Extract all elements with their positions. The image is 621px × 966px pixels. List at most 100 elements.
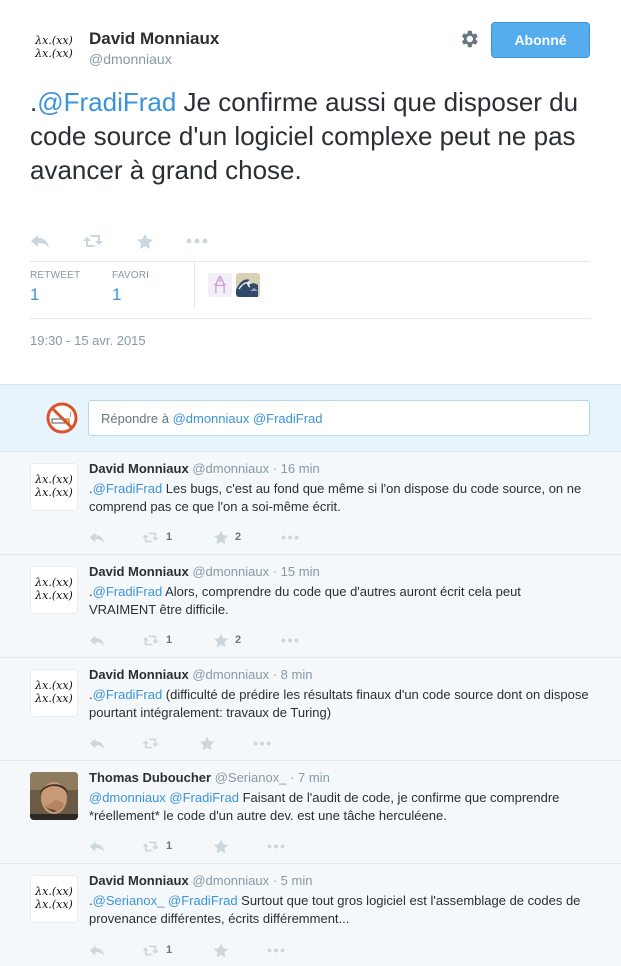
reply-icon[interactable]	[89, 526, 105, 548]
reply-tweet[interactable]: Thomas Duboucher @Serianox_ · 7 min @dmo…	[0, 761, 621, 864]
reply-time[interactable]: 5 min	[281, 873, 313, 888]
star-icon[interactable]	[213, 835, 235, 857]
avatar-text-line: λx.(xx)	[35, 692, 73, 705]
reply-handle[interactable]: @Serianox_	[215, 770, 287, 785]
stats-divider	[194, 262, 195, 308]
reply-icon[interactable]	[30, 230, 50, 252]
reply-actions: 1	[89, 939, 389, 959]
mention-link[interactable]: @FradiFrad	[93, 687, 163, 702]
author-handle[interactable]: @dmonniaux	[89, 51, 172, 67]
replies-list: λx.(xx) λx.(xx) David Monniaux @dmonniaux…	[0, 452, 621, 966]
reply-box: Répondre à @dmonniaux @FradiFrad	[0, 384, 621, 452]
reply-time[interactable]: 8 min	[281, 667, 313, 682]
more-icon[interactable]	[267, 835, 285, 857]
reply-handle[interactable]: @dmonniaux	[192, 461, 269, 476]
retweet-icon[interactable]: 1	[141, 835, 172, 857]
reply-avatar[interactable]: λx.(xx) λx.(xx)	[30, 463, 78, 511]
retweet-icon[interactable]: 1	[141, 939, 172, 961]
reply-avatar[interactable]: λx.(xx) λx.(xx)	[30, 875, 78, 923]
star-icon[interactable]	[199, 732, 221, 754]
gear-icon[interactable]	[458, 28, 480, 50]
favorite-stat[interactable]: FAVORI 1	[112, 270, 149, 305]
mention-link[interactable]: @FradiFrad	[168, 893, 238, 908]
tweet-stats: RETWEET 1 FAVORI 1	[30, 261, 590, 319]
reply-author-name[interactable]: Thomas Duboucher	[89, 770, 211, 785]
reply-body: Les bugs, c'est au fond que même si l'on…	[89, 481, 582, 514]
reply-actions: 1 2	[89, 526, 389, 546]
favorite-label: FAVORI	[112, 270, 150, 281]
reply-author-name[interactable]: David Monniaux	[89, 873, 189, 888]
retweet-icon[interactable]: 1	[141, 629, 172, 651]
star-icon[interactable]	[213, 939, 235, 961]
reply-handle[interactable]: @dmonniaux	[192, 667, 269, 682]
reply-header: Thomas Duboucher @Serianox_ · 7 min	[89, 770, 330, 785]
retweet-icon[interactable]: 1	[141, 526, 172, 548]
reply-icon[interactable]	[89, 732, 105, 754]
reply-time-separator: ·	[286, 770, 299, 785]
retweet-count: 1	[166, 634, 173, 646]
reply-input[interactable]: Répondre à @dmonniaux @FradiFrad	[88, 400, 590, 436]
author-avatar[interactable]: λx.(xx) λx.(xx)	[30, 28, 78, 68]
reply-time[interactable]: 16 min	[281, 461, 320, 476]
retweet-icon[interactable]	[82, 230, 104, 252]
retweet-count: 1	[166, 944, 173, 956]
author-name[interactable]: David Monniaux	[89, 29, 219, 49]
avatar-text-line: λx.(xx)	[35, 47, 73, 60]
reply-actions: 1 2	[89, 629, 389, 649]
reply-avatar[interactable]	[30, 772, 78, 820]
more-icon[interactable]	[267, 939, 285, 961]
reply-time-separator: ·	[269, 461, 281, 476]
reply-text: .@FradiFrad (difficulté de prédire les r…	[89, 686, 589, 722]
star-icon[interactable]	[136, 230, 154, 252]
reply-avatar[interactable]: λx.(xx) λx.(xx)	[30, 669, 78, 717]
reply-tweet[interactable]: λx.(xx) λx.(xx) David Monniaux @dmonniaux…	[0, 555, 621, 658]
reply-author-name[interactable]: David Monniaux	[89, 461, 189, 476]
reply-time[interactable]: 7 min	[298, 770, 330, 785]
reply-handle[interactable]: @dmonniaux	[192, 873, 269, 888]
follow-button[interactable]: Abonné	[491, 22, 590, 58]
reply-placeholder-mentions: @dmonniaux @FradiFrad	[172, 411, 323, 426]
mention-link[interactable]: @dmonniaux	[89, 790, 166, 805]
retweet-stat[interactable]: RETWEET 1	[30, 270, 80, 305]
reply-text: @dmonniaux @FradiFrad Faisant de l'audit…	[89, 789, 589, 825]
reply-actions	[89, 732, 389, 752]
reply-avatar[interactable]: λx.(xx) λx.(xx)	[30, 566, 78, 614]
favoriter-avatar[interactable]	[208, 273, 232, 297]
favoriter-avatar[interactable]	[236, 273, 260, 297]
more-icon[interactable]	[186, 230, 208, 252]
more-icon[interactable]	[253, 732, 271, 754]
favorite-count: 2	[235, 634, 242, 646]
mention-link[interactable]: @Serianox_	[93, 893, 165, 908]
reply-icon[interactable]	[89, 835, 105, 857]
reply-actions: 1	[89, 835, 389, 855]
mention-link[interactable]: @FradiFrad	[93, 481, 163, 496]
reply-author-name[interactable]: David Monniaux	[89, 564, 189, 579]
reply-header: David Monniaux @dmonniaux · 15 min	[89, 564, 320, 579]
reply-header: David Monniaux @dmonniaux · 5 min	[89, 873, 312, 888]
reply-header: David Monniaux @dmonniaux · 8 min	[89, 667, 312, 682]
reply-tweet[interactable]: λx.(xx) λx.(xx) David Monniaux @dmonniaux…	[0, 452, 621, 555]
reply-time-separator: ·	[269, 564, 281, 579]
more-icon[interactable]	[281, 526, 299, 548]
reply-tweet[interactable]: λx.(xx) λx.(xx) David Monniaux @dmonniaux…	[0, 658, 621, 761]
reply-text: .@FradiFrad Les bugs, c'est au fond que …	[89, 480, 589, 516]
reply-tweet[interactable]: λx.(xx) λx.(xx) David Monniaux @dmonniaux…	[0, 864, 621, 966]
more-icon[interactable]	[281, 629, 299, 651]
reply-handle[interactable]: @dmonniaux	[192, 564, 269, 579]
reply-placeholder: Répondre à	[101, 411, 173, 426]
avatar-text-line: λx.(xx)	[35, 898, 73, 911]
mention-link[interactable]: @FradiFrad	[93, 584, 163, 599]
reply-icon[interactable]	[89, 939, 105, 961]
no-smoking-icon	[46, 402, 78, 434]
star-icon[interactable]: 2	[213, 629, 241, 651]
mention-link[interactable]: @FradiFrad	[169, 790, 239, 805]
tweet-timestamp[interactable]: 19:30 - 15 avr. 2015	[30, 333, 146, 348]
mention-link[interactable]: @FradiFrad	[37, 87, 176, 117]
retweet-count: 1	[166, 531, 173, 543]
retweet-icon[interactable]	[141, 732, 166, 754]
star-icon[interactable]: 2	[213, 526, 241, 548]
reply-icon[interactable]	[89, 629, 105, 651]
reply-time[interactable]: 15 min	[281, 564, 320, 579]
reply-body: (difficulté de prédire les résultats fin…	[89, 687, 589, 720]
reply-author-name[interactable]: David Monniaux	[89, 667, 189, 682]
